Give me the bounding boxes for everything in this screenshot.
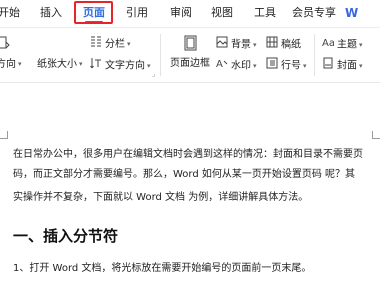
ribbon-toolbar: 方向 ▾ 纸张大小 ▾ 分栏 ▾ 文字方向 ▾ ⌟ 页面边框 背景 ▾ A 水印 ▾ 稿纸 行… (0, 28, 380, 81)
chevron-down-icon: ▾ (253, 40, 257, 49)
chevron-down-icon: ▾ (359, 40, 363, 49)
dialog-launcher-icon[interactable]: ⌟ (152, 70, 155, 78)
line-number-button[interactable]: 行号 ▾ (266, 57, 307, 74)
columns-button[interactable]: 分栏 ▾ (90, 36, 131, 52)
tab-review[interactable]: 审阅 (170, 6, 192, 20)
orientation-icon[interactable] (0, 36, 11, 55)
paragraph-line[interactable]: 码，而正文部分才需要编号。那么，Word 如何从某一页开始设置页码 呢？其 (13, 168, 355, 182)
text-direction-button[interactable]: 文字方向 ▾ (90, 57, 151, 74)
columns-icon (90, 36, 102, 52)
svg-text:A: A (216, 59, 223, 69)
ribbon-tab-bar: 开始 插入 页面 引用 审阅 视图 工具 会员专享 W (0, 0, 380, 28)
columns-label: 分栏 (105, 39, 125, 50)
group-separator (314, 34, 315, 76)
tab-home[interactable]: 开始 (0, 6, 20, 20)
watermark-icon: A (216, 57, 228, 74)
chevron-down-icon: ▾ (79, 60, 83, 68)
tab-member[interactable]: 会员专享 (292, 6, 336, 20)
page-border-label: 页面边框 (170, 58, 210, 69)
page-border-button[interactable]: 页面边框 (170, 57, 210, 71)
orientation-label: 方向 (0, 59, 16, 70)
paragraph-line[interactable]: 在日常办公中，很多用户在编辑文档时会遇到这样的情况：封面和目录不需要页 (13, 148, 363, 162)
manuscript-button[interactable]: 稿纸 (266, 36, 301, 53)
orientation-button[interactable]: 方向 ▾ (0, 57, 22, 72)
margin-corner-mark-left (0, 131, 8, 139)
chevron-down-icon: ▾ (253, 61, 257, 70)
manuscript-label: 稿纸 (281, 39, 301, 51)
chevron-down-icon: ▾ (127, 40, 131, 48)
brand-w-icon[interactable]: W (345, 6, 358, 20)
cover-button[interactable]: 封面 ▾ (322, 57, 363, 74)
margin-corner-mark-right (372, 131, 380, 139)
chevron-down-icon: ▾ (359, 61, 363, 70)
paper-size-label: 纸张大小 (37, 59, 77, 70)
group-separator (160, 34, 161, 76)
document-canvas[interactable] (0, 82, 380, 283)
line-number-label: 行号 (281, 60, 301, 72)
paper-size-button[interactable]: 纸张大小 ▾ (37, 57, 83, 72)
page-border-icon[interactable] (183, 35, 198, 56)
background-icon (216, 36, 228, 53)
theme-icon: Aa (322, 36, 335, 53)
paragraph-line[interactable]: 实操作并不复杂，下面就以 Word 文档 为例，详细讲解具体方法。 (13, 191, 308, 205)
chevron-down-icon: ▾ (303, 61, 307, 70)
line-number-icon (266, 57, 278, 74)
watermark-label: 水印 (231, 60, 251, 72)
theme-label: 主题 (337, 39, 357, 51)
text-direction-label: 文字方向 (105, 60, 145, 72)
manuscript-icon (266, 36, 278, 53)
background-label: 背景 (231, 39, 251, 51)
tab-highlight-box (74, 1, 113, 24)
text-direction-icon (90, 57, 102, 74)
tab-view[interactable]: 视图 (211, 6, 233, 20)
tab-references[interactable]: 引用 (126, 6, 148, 20)
tab-tools[interactable]: 工具 (254, 6, 276, 20)
cover-icon (322, 57, 334, 74)
step-paragraph[interactable]: 1、打开 Word 文档，将光标放在需要开始编号的页面前一页末尾。 (13, 262, 311, 276)
chevron-down-icon: ▾ (147, 61, 151, 70)
tab-insert[interactable]: 插入 (40, 6, 62, 20)
cover-label: 封面 (337, 60, 357, 72)
theme-button[interactable]: Aa 主题 ▾ (322, 36, 363, 53)
chevron-down-icon: ▾ (18, 60, 22, 68)
svg-text:Aa: Aa (322, 38, 334, 48)
watermark-button[interactable]: A 水印 ▾ (216, 57, 257, 74)
background-button[interactable]: 背景 ▾ (216, 36, 257, 53)
section-heading[interactable]: 一、插入分节符 (13, 225, 118, 246)
